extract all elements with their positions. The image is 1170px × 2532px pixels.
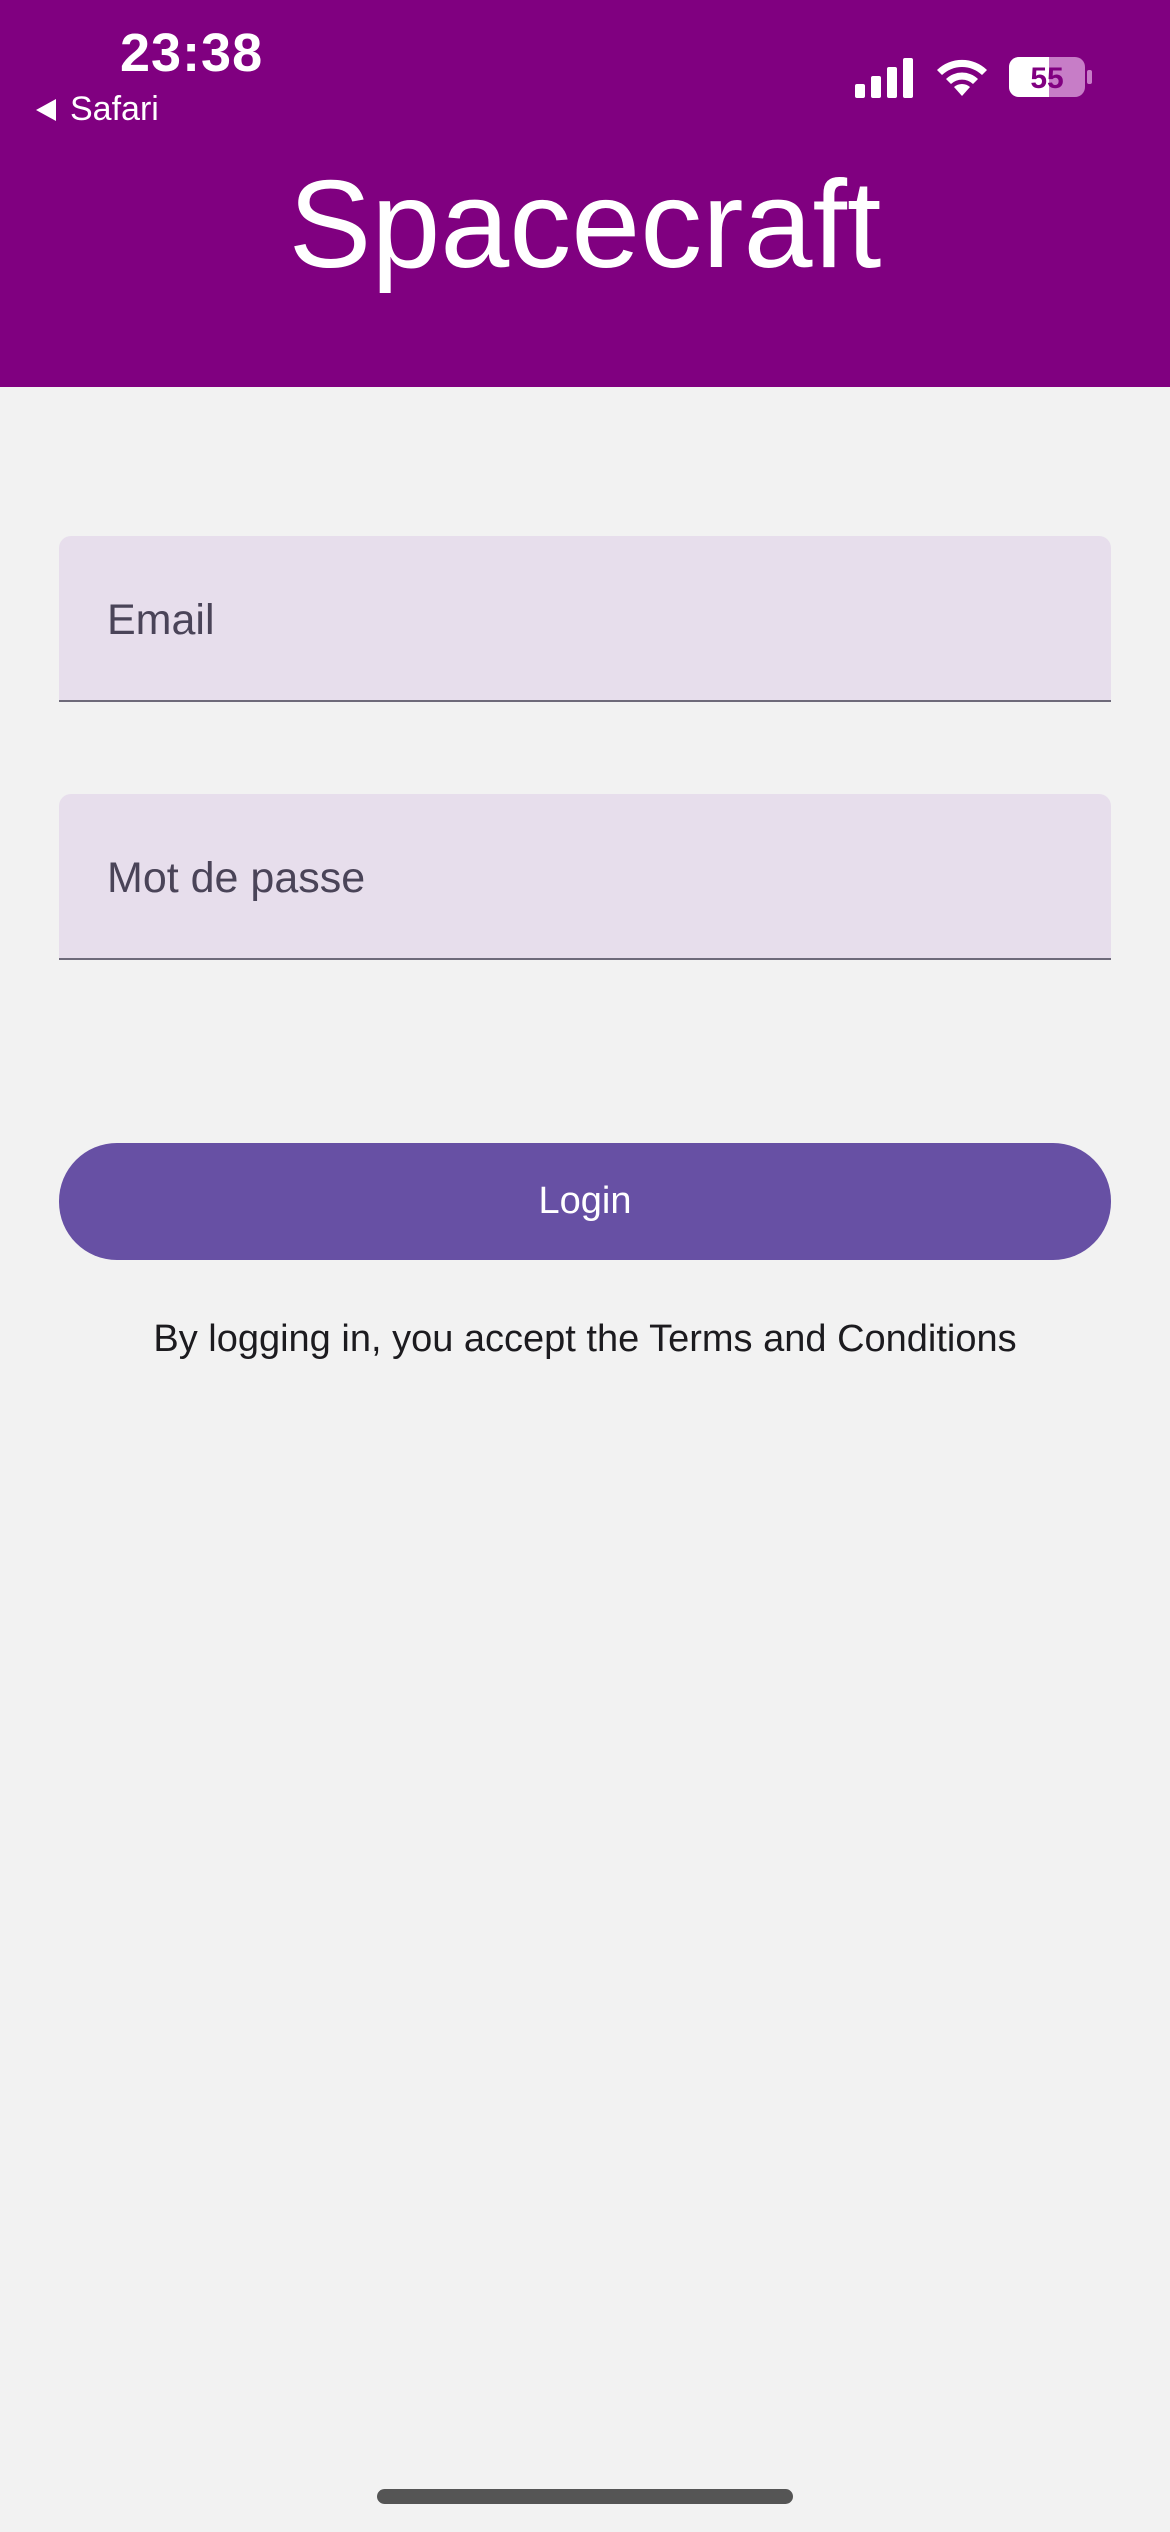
- home-indicator[interactable]: [377, 2489, 793, 2504]
- app-title: Spacecraft: [288, 156, 882, 294]
- app-header: 23:38 Safari 55 Spacecraft: [0, 0, 1170, 387]
- back-triangle-icon: [36, 98, 56, 121]
- cellular-signal-icon: [855, 58, 913, 98]
- battery-icon: 55: [1009, 57, 1092, 97]
- status-time: 23:38: [120, 23, 264, 83]
- wifi-icon: [937, 59, 987, 96]
- terms-text: By logging in, you accept the Terms and …: [153, 1318, 1017, 1360]
- password-field[interactable]: Mot de passe: [59, 794, 1111, 960]
- back-label: Safari: [70, 90, 159, 128]
- email-field[interactable]: Email: [59, 536, 1111, 702]
- login-button[interactable]: Login: [59, 1143, 1111, 1260]
- back-to-safari-link[interactable]: Safari: [36, 90, 159, 129]
- battery-level-text: 55: [1030, 62, 1063, 95]
- login-screen: 23:38 Safari 55 Spacecraft Email Mot de …: [0, 0, 1170, 2532]
